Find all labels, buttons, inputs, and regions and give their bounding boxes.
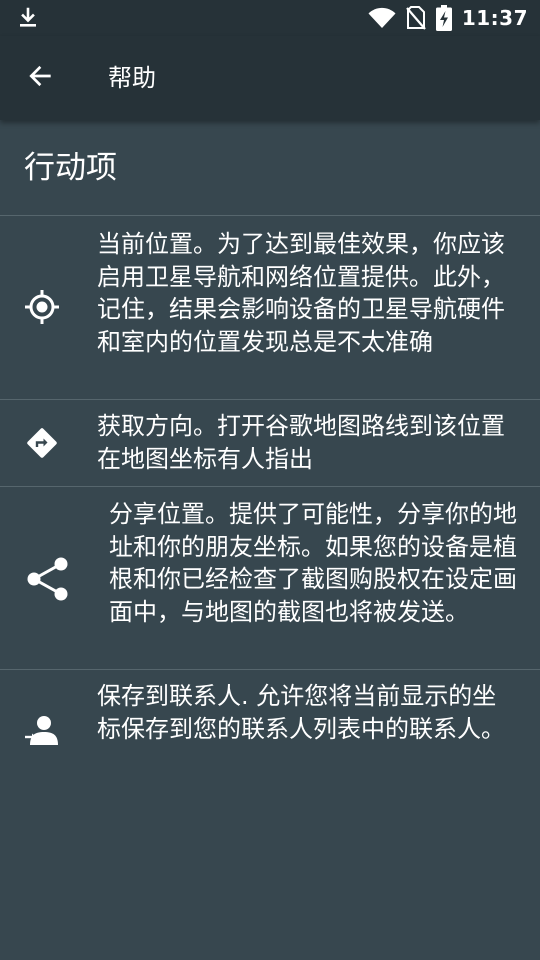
arrow-left-icon (26, 62, 54, 94)
share-icon (24, 555, 72, 603)
item-description: 当前位置。为了达到最佳效果，你应该启用卫星导航和网络位置提供。此外，记住，结果会… (97, 230, 505, 356)
status-bar: 11:37 (0, 0, 540, 36)
list-item-share-location: 分享位置。提供了可能性，分享你的地址和你的朋友坐标。如果您的设备是植根和你已经检… (0, 487, 540, 670)
battery-charging-icon (435, 5, 452, 31)
my-location-icon (18, 283, 66, 331)
item-description: 保存到联系人. 允许您将当前显示的坐标保存到您的联系人列表中的联系人。 (97, 682, 505, 743)
no-sim-icon (405, 6, 426, 30)
save-contact-icon (18, 707, 66, 755)
back-button[interactable] (16, 54, 64, 102)
page-title: 帮助 (108, 64, 156, 92)
help-screen: 11:37 帮助 行动项 当前位置。为了达到最佳效果，你应该启用卫星导航和网络位… (0, 0, 540, 960)
list-item-current-location: 当前位置。为了达到最佳效果，你应该启用卫星导航和网络位置提供。此外，记住，结果会… (0, 216, 540, 400)
wifi-icon (368, 7, 396, 29)
item-description: 分享位置。提供了可能性，分享你的地址和你的朋友坐标。如果您的设备是植根和你已经检… (109, 500, 517, 626)
help-content: 行动项 当前位置。为了达到最佳效果，你应该启用卫星导航和网络位置提供。此外，记住… (0, 120, 540, 790)
status-time: 11:37 (461, 6, 528, 30)
status-icons: 11:37 (368, 0, 528, 36)
item-description: 获取方向。打开谷歌地图路线到该位置在地图坐标有人指出 (97, 412, 505, 473)
download-icon (16, 6, 40, 30)
list-item-directions: 获取方向。打开谷歌地图路线到该位置在地图坐标有人指出 (0, 400, 540, 487)
toolbar: 帮助 (0, 36, 540, 120)
section-title: 行动项 (0, 120, 540, 216)
directions-icon (18, 419, 66, 467)
list-item-save-contact: 保存到联系人. 允许您将当前显示的坐标保存到您的联系人列表中的联系人。 (0, 670, 540, 790)
